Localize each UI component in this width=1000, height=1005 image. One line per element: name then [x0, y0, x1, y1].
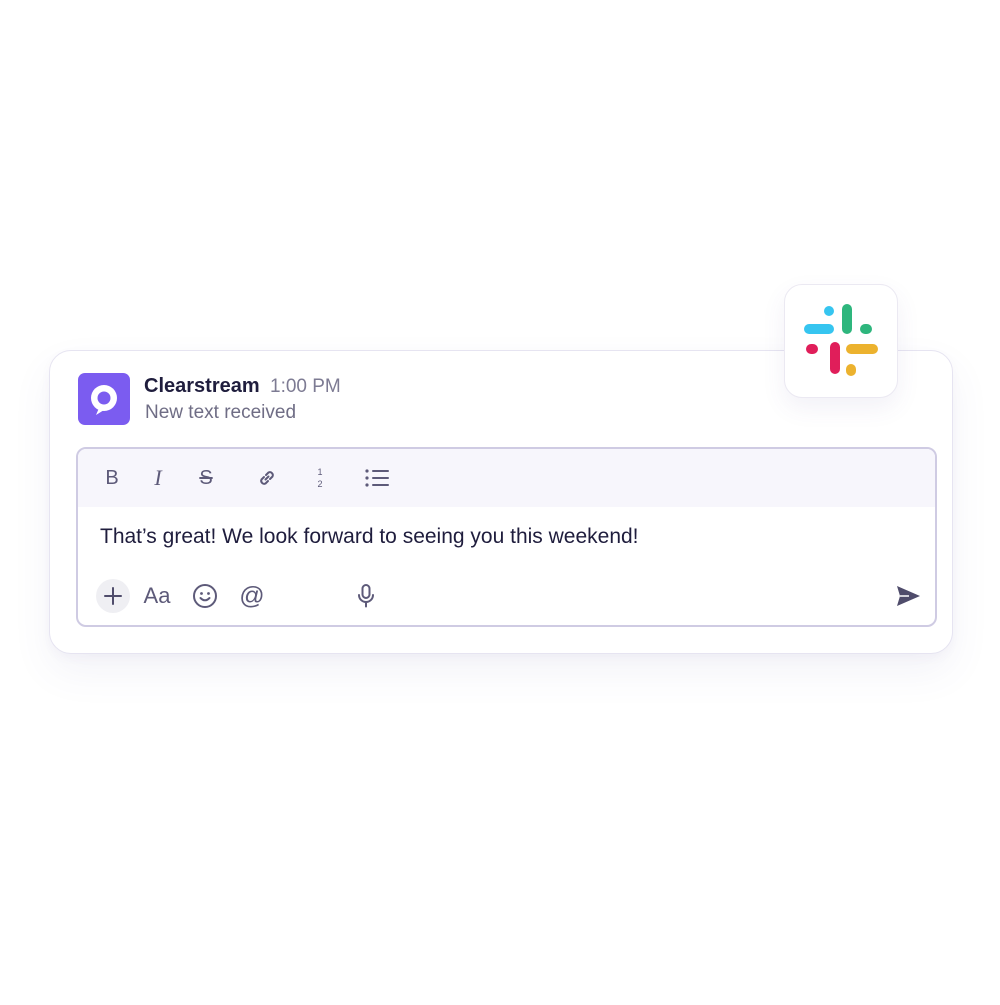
text-format-label: Aa — [143, 583, 171, 608]
formatting-toolbar: B I S 1 2 — [78, 449, 935, 507]
notification-subtitle: New text received — [145, 402, 297, 423]
plus-icon — [104, 587, 122, 605]
ordered-list-button[interactable]: 1 2 — [305, 463, 335, 493]
slack-logo-icon — [804, 304, 878, 376]
attach-button[interactable] — [96, 579, 130, 613]
microphone-icon — [358, 584, 374, 608]
slack-integration-tile — [784, 284, 898, 398]
sender-name[interactable]: Clearstream — [144, 375, 260, 398]
emoji-icon — [193, 584, 217, 608]
svg-text:1: 1 — [317, 467, 322, 477]
message-input[interactable]: That’s great! We look forward to seeing … — [100, 525, 639, 549]
emoji-button[interactable] — [188, 579, 222, 613]
message-composer: B I S 1 2 That’s great! We look forward … — [76, 447, 937, 627]
italic-button[interactable]: I — [143, 463, 173, 493]
voice-button[interactable] — [349, 579, 383, 613]
link-button[interactable] — [252, 463, 282, 493]
send-icon — [897, 586, 920, 606]
text-format-button[interactable]: Aa — [140, 579, 174, 613]
svg-text:2: 2 — [317, 479, 322, 489]
mention-label: @ — [239, 581, 265, 610]
strikethrough-label: S — [199, 467, 213, 489]
speech-bubble-icon — [91, 385, 117, 415]
ordered-list-icon: 1 2 — [317, 467, 322, 489]
mention-button[interactable]: @ — [235, 579, 269, 613]
bold-button[interactable]: B — [97, 463, 127, 493]
bullet-list-button[interactable] — [362, 463, 392, 493]
message-timestamp: 1:00 PM — [270, 376, 341, 397]
link-icon — [260, 471, 274, 485]
clearstream-app-icon — [78, 373, 130, 425]
bullet-list-icon — [365, 469, 389, 487]
strikethrough-button[interactable]: S — [191, 463, 221, 493]
bold-label: B — [105, 467, 119, 489]
send-button[interactable] — [891, 579, 925, 613]
italic-label: I — [154, 465, 162, 490]
